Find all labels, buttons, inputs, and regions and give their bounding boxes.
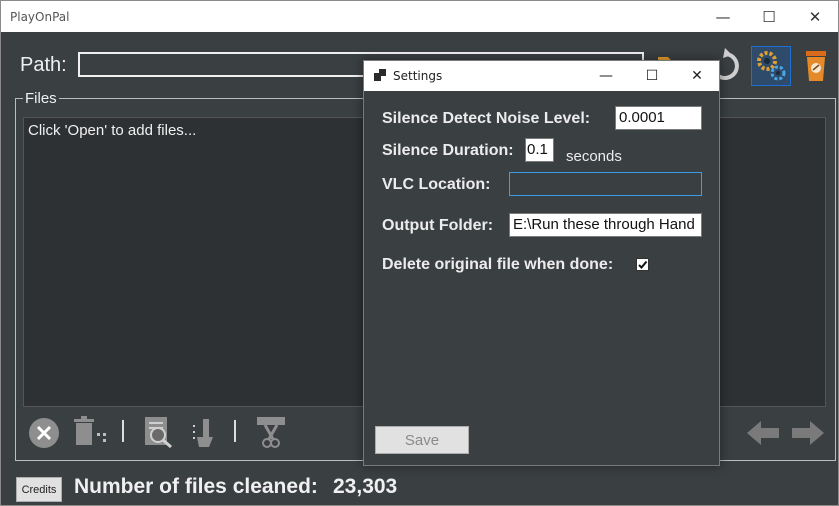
- silence-duration-input[interactable]: 0.1: [525, 138, 554, 162]
- settings-dialog: Settings — ☐ ✕ Silence Detect Noise Leve…: [363, 60, 720, 466]
- settings-minimize-button[interactable]: —: [583, 61, 629, 91]
- silence-duration-label: Silence Duration:: [382, 142, 514, 159]
- noise-level-label: Silence Detect Noise Level:: [382, 110, 591, 127]
- arrow-left-icon[interactable]: [745, 419, 781, 447]
- settings-close-button[interactable]: ✕: [674, 61, 720, 91]
- save-button[interactable]: Save: [375, 426, 469, 454]
- path-label: Path:: [20, 54, 67, 76]
- credits-button[interactable]: Credits: [16, 477, 62, 502]
- toolbar-separator: [122, 420, 124, 442]
- delete-original-label: Delete original file when done:: [382, 256, 614, 273]
- files-cleaned-count: 23,303: [333, 475, 398, 498]
- files-cleaned-label: Number of files cleaned:: [74, 475, 318, 498]
- files-hint: Click 'Open' to add files...: [28, 122, 197, 139]
- settings-maximize-button[interactable]: ☐: [629, 61, 675, 91]
- settings-title-bar: Settings — ☐ ✕: [364, 61, 719, 91]
- settings-button[interactable]: [751, 46, 791, 86]
- output-folder-label: Output Folder:: [382, 217, 494, 234]
- settings-window-icon: [374, 69, 386, 81]
- title-bar: PlayOnPal — ☐ ✕: [1, 1, 838, 32]
- vlc-location-input[interactable]: [509, 172, 702, 196]
- seconds-unit-label: seconds: [566, 148, 622, 165]
- files-legend: Files: [23, 90, 59, 107]
- vlc-location-label: VLC Location:: [382, 176, 491, 193]
- arrow-right-icon[interactable]: [790, 419, 826, 447]
- coffee-icon[interactable]: [801, 48, 831, 84]
- settings-title: Settings: [393, 69, 443, 83]
- settings-gears-icon: [757, 51, 786, 81]
- remove-icon[interactable]: [27, 416, 61, 450]
- toolbar-separator: [234, 420, 236, 442]
- minimize-button[interactable]: —: [700, 1, 746, 32]
- hand-sort-icon[interactable]: [189, 415, 221, 451]
- trash-icon[interactable]: [73, 415, 111, 449]
- delete-original-checkbox[interactable]: [636, 258, 649, 271]
- checkmark-icon: [638, 260, 648, 269]
- maximize-button[interactable]: ☐: [746, 1, 792, 32]
- close-button[interactable]: ✕: [792, 1, 838, 32]
- output-folder-input[interactable]: E:\Run these through Hand: [509, 213, 702, 237]
- app-title: PlayOnPal: [10, 10, 70, 24]
- noise-level-input[interactable]: 0.0001: [615, 106, 702, 130]
- inspect-file-icon[interactable]: [141, 415, 177, 449]
- cut-icon[interactable]: [253, 415, 289, 451]
